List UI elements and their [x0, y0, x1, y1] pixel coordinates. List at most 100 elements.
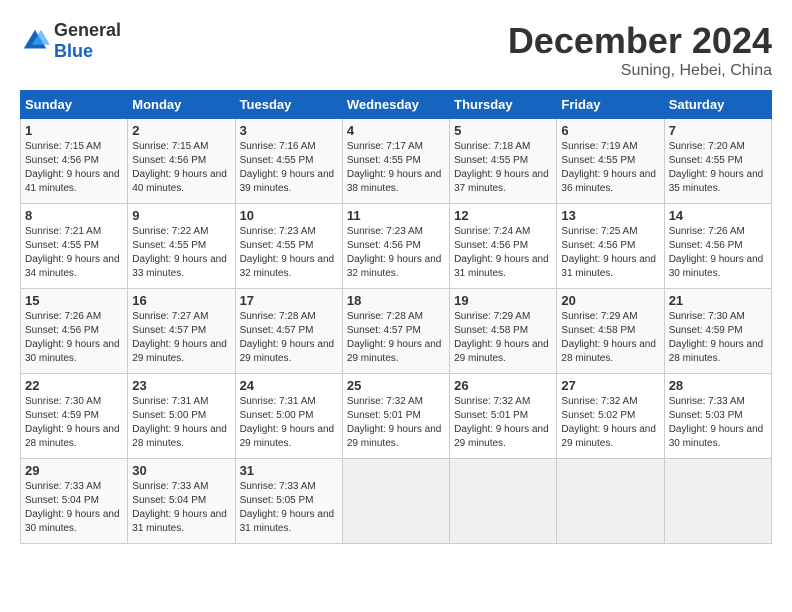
day-number: 14	[669, 208, 767, 223]
calendar-day-cell: 23 Sunrise: 7:31 AM Sunset: 5:00 PM Dayl…	[128, 374, 235, 459]
day-info: Sunrise: 7:26 AM Sunset: 4:56 PM Dayligh…	[669, 225, 767, 281]
calendar-week-row: 29 Sunrise: 7:33 AM Sunset: 5:04 PM Dayl…	[21, 459, 772, 544]
calendar-day-cell: 24 Sunrise: 7:31 AM Sunset: 5:00 PM Dayl…	[235, 374, 342, 459]
day-info: Sunrise: 7:29 AM Sunset: 4:58 PM Dayligh…	[454, 310, 552, 366]
day-info: Sunrise: 7:31 AM Sunset: 5:00 PM Dayligh…	[132, 395, 230, 451]
weekday-header-tuesday: Tuesday	[235, 91, 342, 119]
logo: General Blue	[20, 20, 121, 62]
day-number: 31	[240, 463, 338, 478]
calendar-day-cell: 10 Sunrise: 7:23 AM Sunset: 4:55 PM Dayl…	[235, 204, 342, 289]
day-info: Sunrise: 7:20 AM Sunset: 4:55 PM Dayligh…	[669, 140, 767, 196]
calendar-week-row: 15 Sunrise: 7:26 AM Sunset: 4:56 PM Dayl…	[21, 289, 772, 374]
calendar-day-cell	[664, 459, 771, 544]
day-number: 12	[454, 208, 552, 223]
weekday-header-wednesday: Wednesday	[342, 91, 449, 119]
day-number: 2	[132, 123, 230, 138]
calendar-day-cell: 9 Sunrise: 7:22 AM Sunset: 4:55 PM Dayli…	[128, 204, 235, 289]
day-number: 8	[25, 208, 123, 223]
day-info: Sunrise: 7:32 AM Sunset: 5:01 PM Dayligh…	[347, 395, 445, 451]
day-info: Sunrise: 7:32 AM Sunset: 5:02 PM Dayligh…	[561, 395, 659, 451]
day-number: 25	[347, 378, 445, 393]
day-number: 16	[132, 293, 230, 308]
day-number: 27	[561, 378, 659, 393]
day-info: Sunrise: 7:29 AM Sunset: 4:58 PM Dayligh…	[561, 310, 659, 366]
day-number: 30	[132, 463, 230, 478]
day-number: 23	[132, 378, 230, 393]
day-number: 3	[240, 123, 338, 138]
day-info: Sunrise: 7:28 AM Sunset: 4:57 PM Dayligh…	[347, 310, 445, 366]
calendar-day-cell: 13 Sunrise: 7:25 AM Sunset: 4:56 PM Dayl…	[557, 204, 664, 289]
header: General Blue December 2024 Suning, Hebei…	[20, 20, 772, 80]
day-info: Sunrise: 7:15 AM Sunset: 4:56 PM Dayligh…	[132, 140, 230, 196]
calendar-day-cell: 14 Sunrise: 7:26 AM Sunset: 4:56 PM Dayl…	[664, 204, 771, 289]
calendar-day-cell: 25 Sunrise: 7:32 AM Sunset: 5:01 PM Dayl…	[342, 374, 449, 459]
day-number: 15	[25, 293, 123, 308]
logo-general: General	[54, 20, 121, 40]
calendar-day-cell: 3 Sunrise: 7:16 AM Sunset: 4:55 PM Dayli…	[235, 119, 342, 204]
calendar-day-cell: 8 Sunrise: 7:21 AM Sunset: 4:55 PM Dayli…	[21, 204, 128, 289]
calendar-day-cell: 2 Sunrise: 7:15 AM Sunset: 4:56 PM Dayli…	[128, 119, 235, 204]
day-info: Sunrise: 7:23 AM Sunset: 4:56 PM Dayligh…	[347, 225, 445, 281]
month-title: December 2024	[508, 20, 772, 62]
day-info: Sunrise: 7:32 AM Sunset: 5:01 PM Dayligh…	[454, 395, 552, 451]
day-info: Sunrise: 7:22 AM Sunset: 4:55 PM Dayligh…	[132, 225, 230, 281]
day-info: Sunrise: 7:28 AM Sunset: 4:57 PM Dayligh…	[240, 310, 338, 366]
day-info: Sunrise: 7:25 AM Sunset: 4:56 PM Dayligh…	[561, 225, 659, 281]
day-info: Sunrise: 7:16 AM Sunset: 4:55 PM Dayligh…	[240, 140, 338, 196]
day-number: 20	[561, 293, 659, 308]
calendar-day-cell: 27 Sunrise: 7:32 AM Sunset: 5:02 PM Dayl…	[557, 374, 664, 459]
day-number: 21	[669, 293, 767, 308]
calendar-day-cell	[342, 459, 449, 544]
day-number: 24	[240, 378, 338, 393]
calendar-week-row: 8 Sunrise: 7:21 AM Sunset: 4:55 PM Dayli…	[21, 204, 772, 289]
calendar-day-cell: 26 Sunrise: 7:32 AM Sunset: 5:01 PM Dayl…	[450, 374, 557, 459]
title-area: December 2024 Suning, Hebei, China	[508, 20, 772, 80]
calendar-week-row: 1 Sunrise: 7:15 AM Sunset: 4:56 PM Dayli…	[21, 119, 772, 204]
weekday-header-friday: Friday	[557, 91, 664, 119]
day-info: Sunrise: 7:30 AM Sunset: 4:59 PM Dayligh…	[25, 395, 123, 451]
calendar-day-cell: 15 Sunrise: 7:26 AM Sunset: 4:56 PM Dayl…	[21, 289, 128, 374]
calendar-table: SundayMondayTuesdayWednesdayThursdayFrid…	[20, 90, 772, 544]
calendar-day-cell: 21 Sunrise: 7:30 AM Sunset: 4:59 PM Dayl…	[664, 289, 771, 374]
calendar-day-cell: 17 Sunrise: 7:28 AM Sunset: 4:57 PM Dayl…	[235, 289, 342, 374]
day-info: Sunrise: 7:33 AM Sunset: 5:04 PM Dayligh…	[25, 480, 123, 536]
logo-icon	[20, 26, 50, 56]
weekday-header-row: SundayMondayTuesdayWednesdayThursdayFrid…	[21, 91, 772, 119]
calendar-day-cell: 6 Sunrise: 7:19 AM Sunset: 4:55 PM Dayli…	[557, 119, 664, 204]
day-info: Sunrise: 7:19 AM Sunset: 4:55 PM Dayligh…	[561, 140, 659, 196]
day-info: Sunrise: 7:24 AM Sunset: 4:56 PM Dayligh…	[454, 225, 552, 281]
day-info: Sunrise: 7:21 AM Sunset: 4:55 PM Dayligh…	[25, 225, 123, 281]
day-number: 9	[132, 208, 230, 223]
calendar-day-cell: 30 Sunrise: 7:33 AM Sunset: 5:04 PM Dayl…	[128, 459, 235, 544]
day-number: 6	[561, 123, 659, 138]
calendar-day-cell: 16 Sunrise: 7:27 AM Sunset: 4:57 PM Dayl…	[128, 289, 235, 374]
day-number: 7	[669, 123, 767, 138]
calendar-day-cell: 12 Sunrise: 7:24 AM Sunset: 4:56 PM Dayl…	[450, 204, 557, 289]
calendar-day-cell: 1 Sunrise: 7:15 AM Sunset: 4:56 PM Dayli…	[21, 119, 128, 204]
calendar-day-cell	[450, 459, 557, 544]
calendar-day-cell: 31 Sunrise: 7:33 AM Sunset: 5:05 PM Dayl…	[235, 459, 342, 544]
day-number: 5	[454, 123, 552, 138]
calendar-day-cell: 28 Sunrise: 7:33 AM Sunset: 5:03 PM Dayl…	[664, 374, 771, 459]
calendar-week-row: 22 Sunrise: 7:30 AM Sunset: 4:59 PM Dayl…	[21, 374, 772, 459]
day-info: Sunrise: 7:33 AM Sunset: 5:03 PM Dayligh…	[669, 395, 767, 451]
day-info: Sunrise: 7:17 AM Sunset: 4:55 PM Dayligh…	[347, 140, 445, 196]
day-info: Sunrise: 7:18 AM Sunset: 4:55 PM Dayligh…	[454, 140, 552, 196]
day-info: Sunrise: 7:33 AM Sunset: 5:04 PM Dayligh…	[132, 480, 230, 536]
day-info: Sunrise: 7:30 AM Sunset: 4:59 PM Dayligh…	[669, 310, 767, 366]
calendar-day-cell: 22 Sunrise: 7:30 AM Sunset: 4:59 PM Dayl…	[21, 374, 128, 459]
day-number: 13	[561, 208, 659, 223]
day-info: Sunrise: 7:31 AM Sunset: 5:00 PM Dayligh…	[240, 395, 338, 451]
calendar-day-cell: 11 Sunrise: 7:23 AM Sunset: 4:56 PM Dayl…	[342, 204, 449, 289]
day-info: Sunrise: 7:26 AM Sunset: 4:56 PM Dayligh…	[25, 310, 123, 366]
calendar-day-cell: 18 Sunrise: 7:28 AM Sunset: 4:57 PM Dayl…	[342, 289, 449, 374]
day-number: 19	[454, 293, 552, 308]
calendar-day-cell: 29 Sunrise: 7:33 AM Sunset: 5:04 PM Dayl…	[21, 459, 128, 544]
calendar-day-cell: 5 Sunrise: 7:18 AM Sunset: 4:55 PM Dayli…	[450, 119, 557, 204]
calendar-day-cell: 7 Sunrise: 7:20 AM Sunset: 4:55 PM Dayli…	[664, 119, 771, 204]
day-number: 22	[25, 378, 123, 393]
day-number: 11	[347, 208, 445, 223]
day-info: Sunrise: 7:33 AM Sunset: 5:05 PM Dayligh…	[240, 480, 338, 536]
day-info: Sunrise: 7:27 AM Sunset: 4:57 PM Dayligh…	[132, 310, 230, 366]
logo-blue: Blue	[54, 41, 93, 61]
